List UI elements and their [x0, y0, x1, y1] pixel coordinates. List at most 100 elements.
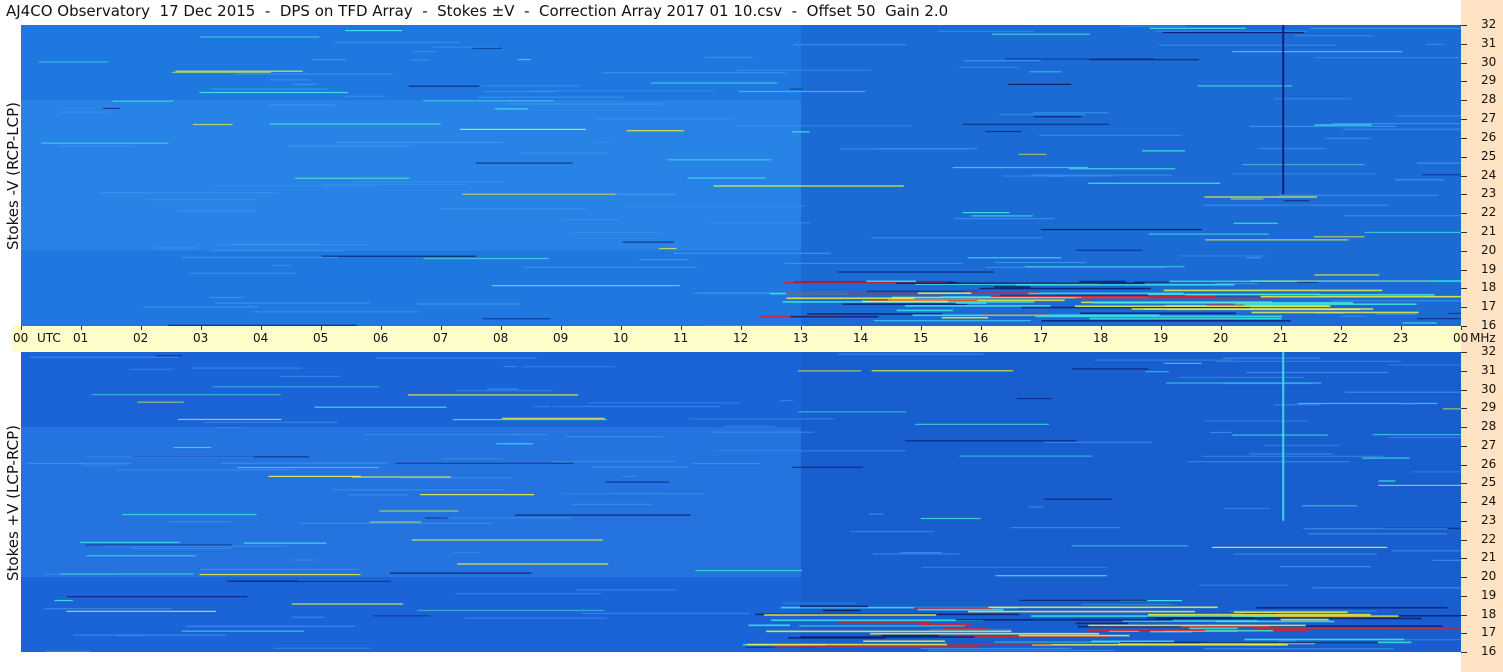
spectrum-streak [494, 108, 529, 110]
y-tick-label: 19 [1481, 261, 1497, 276]
spectrum-streak [1147, 613, 1371, 616]
spectrum-streak [1088, 624, 1306, 627]
spectrum-streak [959, 455, 1093, 457]
spectrum-streak [1029, 71, 1062, 73]
y-tick-mark [1461, 156, 1467, 158]
spectrum-streak [1233, 553, 1378, 555]
spectrum-streak [491, 284, 680, 287]
spectrum-streak [481, 85, 580, 87]
y-tick-label: 19 [1481, 587, 1497, 602]
spectrum-streak [507, 103, 663, 105]
x-tick-label: 22 [1333, 331, 1349, 345]
spectrum-streak [199, 91, 348, 94]
spectrum-streak [193, 123, 233, 126]
spectrum-streak [1246, 257, 1261, 259]
spectrum-streak [837, 271, 994, 273]
spectrum-streak [1417, 162, 1461, 164]
spectrum-streak [215, 427, 247, 429]
spectrum-streak [786, 297, 915, 300]
x-tick-label: 00 [13, 331, 29, 345]
spectrum-streak [993, 286, 1031, 288]
spectrum-streak [919, 623, 971, 626]
spectrum-streak [345, 95, 386, 97]
spectrum-streak [790, 315, 879, 318]
spectrum-streak [1075, 249, 1143, 251]
spectrum-streak [780, 400, 794, 402]
spectrum-streak [1262, 444, 1341, 447]
spectrum-streak [482, 318, 551, 320]
y-tick-label: 27 [1481, 437, 1497, 452]
spectrum-streak [483, 90, 557, 93]
spectrum-streak [91, 393, 281, 396]
spectrum-streak [200, 36, 320, 38]
spectrum-streak [1274, 98, 1352, 100]
spectrum-streak [962, 211, 1010, 214]
spectrum-streak [793, 44, 907, 46]
spectrum-streak [881, 634, 939, 637]
spectrum-streak [1312, 587, 1461, 589]
spectrum-streak [1068, 168, 1176, 170]
spectrum-streak [1030, 174, 1173, 176]
spectrum-streak [66, 610, 216, 612]
spectrum-streak [1089, 317, 1282, 320]
y-tick-mark [1461, 288, 1467, 290]
spectrum-streak [314, 406, 447, 408]
spectrum-streak [1169, 280, 1297, 283]
spectrum-streak [1422, 174, 1461, 176]
spectrum-streak [866, 290, 978, 292]
spectrum-streak [964, 291, 1039, 293]
spectrum-streak [1044, 441, 1153, 443]
spectrum-streak [988, 606, 1218, 609]
bottom-panel-ylabel: Stokes +V (LCP-RCP) [4, 425, 22, 581]
spectrum-streak [921, 566, 1107, 569]
spectrum-streak [1074, 305, 1331, 308]
x-tick-mark [21, 326, 22, 330]
y-tick-mark [1461, 558, 1467, 560]
x-tick-label: 08 [493, 331, 509, 345]
spectrum-streak [1179, 255, 1266, 257]
spectrum-streak [866, 280, 916, 283]
spectrum-streak [1205, 239, 1349, 241]
y-tick-label: 16 [1481, 318, 1497, 332]
x-tick-mark [441, 326, 442, 330]
spectrum-streak [1197, 85, 1293, 87]
spectrum-streak [915, 423, 1050, 425]
spectrum-streak [1120, 25, 1186, 27]
spectrum-streak [26, 462, 132, 464]
burst-line [1282, 352, 1285, 521]
spectrum-streak [1016, 397, 1052, 400]
x-tick-label: 12 [733, 331, 749, 345]
spectrum-streak [605, 481, 670, 483]
spectrum-streak [871, 370, 1014, 372]
spectrum-streak [452, 551, 481, 554]
spectrum-streak [1028, 506, 1044, 508]
spectrum-streak [1041, 228, 1202, 231]
spectrum-streak [962, 123, 1109, 125]
spectrum-streak [998, 113, 1086, 116]
bottom-spectrogram-panel [21, 352, 1461, 652]
spectrum-streak [523, 266, 698, 269]
spectrum-streak [1314, 274, 1380, 276]
spectrum-streak [291, 603, 403, 605]
spectrum-streak [1314, 124, 1372, 126]
spectrum-streak [995, 575, 1107, 577]
spectrum-streak [771, 619, 984, 622]
spectrum-streak [1216, 360, 1402, 363]
y-tick-label: 20 [1481, 242, 1497, 257]
y-tick-mark [1461, 307, 1467, 309]
spectrum-streak [1378, 480, 1396, 482]
x-tick-mark [261, 326, 262, 330]
spectrum-streak [896, 282, 1145, 285]
spectrum-streak [920, 647, 1072, 650]
spectrum-streak [182, 256, 338, 259]
spectrum-streak [518, 152, 609, 154]
spectrum-streak [1331, 300, 1461, 302]
x-tick-label: 15 [913, 331, 929, 345]
spectrum-streak [1230, 610, 1378, 612]
spectrum-streak [455, 592, 602, 595]
spectrum-streak [1280, 618, 1329, 621]
spectrum-streak [1203, 204, 1389, 206]
y-tick-mark [1461, 43, 1467, 45]
spectrum-streak [375, 357, 537, 359]
y-tick-mark [1461, 25, 1467, 26]
